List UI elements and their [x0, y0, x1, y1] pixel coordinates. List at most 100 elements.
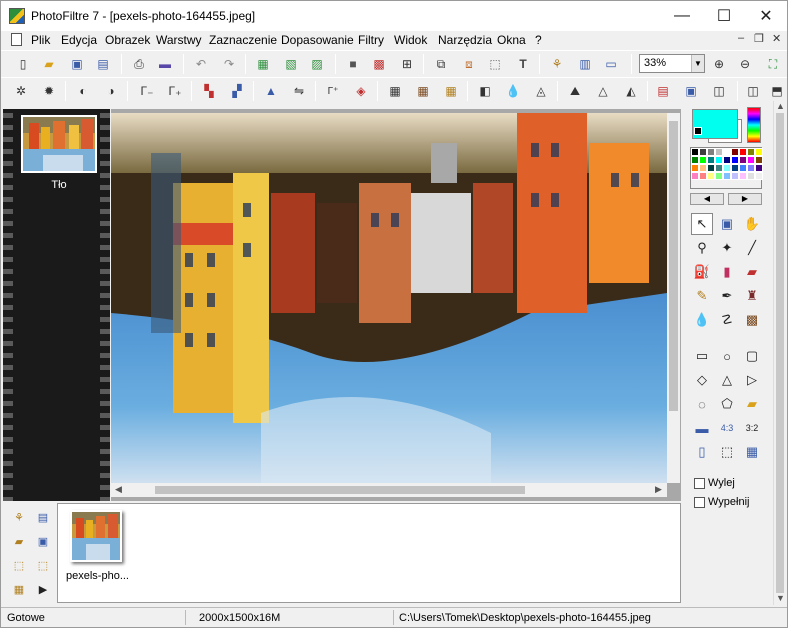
eraser-tool-icon[interactable]: ▰	[741, 261, 763, 283]
selection-icon[interactable]: ⬚	[485, 54, 505, 74]
menu-narzedzia[interactable]: Narzędzia	[438, 33, 492, 47]
scanner-icon[interactable]: ▬	[155, 54, 175, 74]
contrast-up-icon[interactable]: ◑	[101, 81, 121, 101]
palette-swatch[interactable]	[699, 164, 707, 172]
palette-scroll-thumb[interactable]	[776, 113, 784, 593]
flip-icon[interactable]: ⬒	[767, 81, 787, 101]
vertical-scroll-thumb[interactable]	[669, 121, 678, 411]
palette-swatch[interactable]	[731, 164, 739, 172]
ellipse-shape-icon[interactable]: ○	[716, 345, 738, 367]
palette-swatch[interactable]	[691, 172, 699, 180]
rounded-rect-shape-icon[interactable]: ▢	[741, 345, 763, 367]
mirror-icon[interactable]: ◫	[743, 81, 763, 101]
palette-swatch[interactable]	[715, 156, 723, 164]
copy-icon[interactable]: ▦	[253, 54, 273, 74]
transform-icon[interactable]: ⧉	[431, 54, 451, 74]
palette-swatch[interactable]	[715, 148, 723, 156]
document-icon[interactable]	[11, 33, 22, 46]
palette-swatch[interactable]	[739, 164, 747, 172]
menu-filtry[interactable]: Filtry	[358, 33, 384, 47]
fill-bucket-tool-icon[interactable]: ⛽	[691, 261, 713, 283]
blur-icon[interactable]: 💧	[503, 81, 523, 101]
stamp-tool-icon[interactable]: ♜	[741, 285, 763, 307]
levels-icon[interactable]: ▲	[261, 81, 281, 101]
zoom-select[interactable]: 33% ▼	[639, 54, 705, 73]
grayscale-icon[interactable]: ▦	[385, 81, 405, 101]
undo-icon[interactable]: ↶	[191, 54, 211, 74]
explorer-icon[interactable]: ⚘	[547, 54, 567, 74]
zoom-in-icon[interactable]: ⊕	[709, 54, 729, 74]
pointer-tool-icon[interactable]: ↖	[691, 213, 713, 235]
saturation-up-icon[interactable]: ▞	[227, 81, 247, 101]
paste-as-icon[interactable]: ▨	[307, 54, 327, 74]
lasso-shape-icon[interactable]: ◌	[691, 393, 713, 415]
clone-tool-icon[interactable]: ▩	[741, 309, 763, 331]
scroll-down-icon[interactable]: ▼	[776, 593, 785, 603]
menu-help[interactable]: ?	[535, 33, 542, 47]
palette-swatch[interactable]	[723, 148, 731, 156]
palette-swatch[interactable]	[731, 148, 739, 156]
zoom-out-icon[interactable]: ⊖	[735, 54, 755, 74]
soften-icon[interactable]: ◭	[621, 81, 641, 101]
save-as-icon[interactable]: ▤	[93, 54, 113, 74]
palette-next-button[interactable]: ▶	[728, 193, 762, 205]
menu-warstwy[interactable]: Warstwy	[156, 33, 202, 47]
chevron-down-icon[interactable]: ▼	[691, 55, 704, 72]
auto-levels-icon[interactable]: Γ⁺	[323, 81, 343, 101]
palette-swatch[interactable]	[715, 172, 723, 180]
explorer-folder-icon[interactable]: ▰	[9, 531, 29, 551]
vertical-scrollbar[interactable]	[667, 113, 680, 483]
explorer-thumb-icon[interactable]: ▣	[33, 531, 53, 551]
scroll-right-icon[interactable]: ▶	[655, 484, 662, 495]
maximize-button[interactable]: ☐	[701, 1, 747, 31]
swap-colors-icon[interactable]	[694, 127, 702, 135]
mdi-restore-button[interactable]: ❐	[754, 32, 764, 45]
selection-tool-icon[interactable]: ▣	[716, 213, 738, 235]
color-palette[interactable]	[690, 147, 763, 189]
photo-canvas[interactable]	[111, 113, 667, 483]
gamma-down-icon[interactable]: Γ₋	[137, 81, 157, 101]
crop-icon[interactable]: ⬚	[716, 441, 738, 463]
menu-edycja[interactable]: Edycja	[61, 33, 97, 47]
smudge-tool-icon[interactable]: ☡	[716, 309, 738, 331]
line-tool-icon[interactable]: ╱	[741, 237, 763, 259]
brush-tool-icon[interactable]: ✎	[691, 285, 713, 307]
save-icon[interactable]: ▣	[67, 54, 87, 74]
scroll-up-icon[interactable]: ▲	[776, 101, 785, 111]
palette-swatch[interactable]	[747, 156, 755, 164]
load-shape-icon[interactable]: ▰	[741, 393, 763, 415]
palette-swatch[interactable]	[755, 172, 763, 180]
grid-icon[interactable]: ▦	[741, 441, 763, 463]
palette-swatch[interactable]	[747, 164, 755, 172]
fill-checkbox[interactable]	[694, 497, 705, 508]
contrast-down-icon[interactable]: ◐	[73, 81, 93, 101]
redo-icon[interactable]: ↷	[219, 54, 239, 74]
menu-plik[interactable]: Plik	[31, 33, 50, 47]
layer-thumbnail[interactable]	[21, 115, 97, 173]
scroll-left-icon[interactable]: ◀	[115, 484, 122, 495]
palette-swatch[interactable]	[747, 172, 755, 180]
palette-swatch[interactable]	[739, 156, 747, 164]
palette-swatch[interactable]	[691, 164, 699, 172]
palette-swatch[interactable]	[755, 156, 763, 164]
blur-tool-icon[interactable]: 💧	[691, 309, 713, 331]
color-spectrum[interactable]	[747, 107, 761, 143]
explorer-list-icon[interactable]: ▤	[33, 507, 53, 527]
image-size-icon[interactable]: ■	[343, 54, 363, 74]
palette-swatch[interactable]	[755, 148, 763, 156]
palette-swatch[interactable]	[707, 148, 715, 156]
mdi-minimize-button[interactable]: –	[738, 32, 744, 44]
new-file-icon[interactable]: ▯	[13, 54, 33, 74]
automation-icon[interactable]: ▥	[575, 54, 595, 74]
minimize-button[interactable]: —	[659, 1, 705, 31]
hand-tool-icon[interactable]: ✋	[741, 213, 763, 235]
feather-checkbox[interactable]	[694, 478, 705, 489]
ratio-4-3-icon[interactable]: 4:3	[716, 417, 738, 439]
palette-swatch[interactable]	[707, 172, 715, 180]
palette-prev-button[interactable]: ◀	[690, 193, 724, 205]
horizontal-scrollbar[interactable]: ◀ ▶	[111, 483, 667, 497]
frame-icon[interactable]: ▣	[681, 81, 701, 101]
explorer-copy-icon[interactable]: ⬚	[9, 555, 29, 575]
palette-swatch[interactable]	[747, 148, 755, 156]
palette-swatch[interactable]	[715, 164, 723, 172]
